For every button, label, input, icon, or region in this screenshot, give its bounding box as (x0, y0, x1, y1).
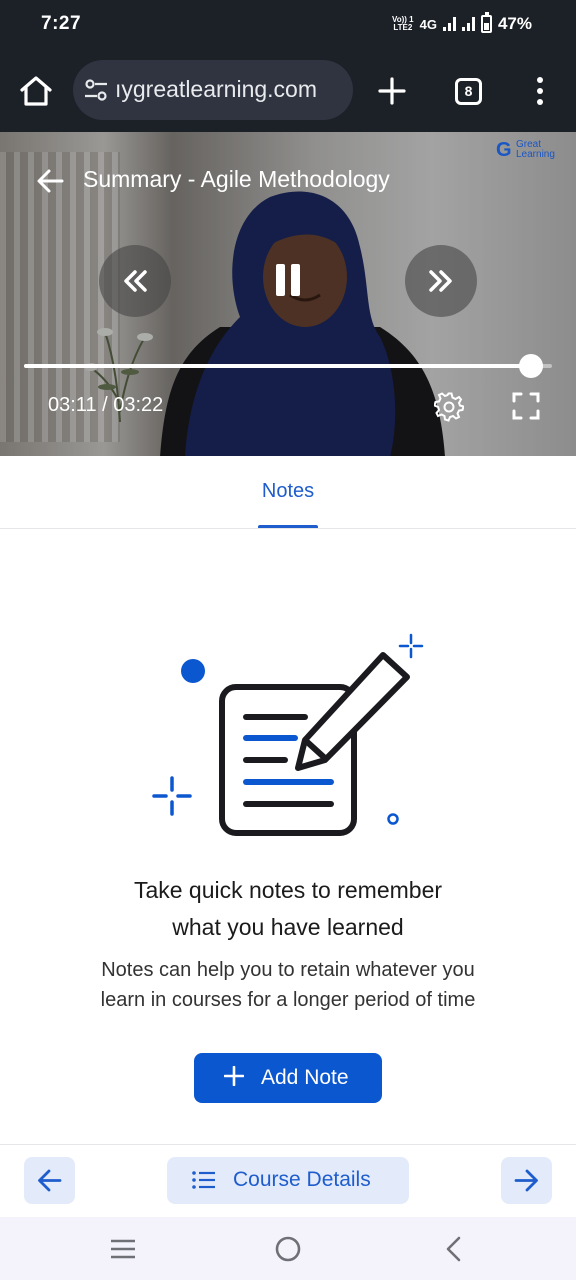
more-vert-icon[interactable] (530, 76, 550, 106)
settings-icon[interactable] (434, 392, 464, 422)
new-tab-plus-icon[interactable] (378, 77, 406, 105)
pause-icon[interactable] (268, 260, 308, 300)
list-icon (192, 1171, 215, 1189)
course-details-label: Course Details (233, 1168, 371, 1191)
battery-icon (480, 12, 492, 33)
rewind-button[interactable] (99, 245, 171, 317)
video-title: Summary - Agile Methodology (83, 166, 390, 192)
fast-forward-icon (429, 270, 452, 292)
browser-toolbar: ıygreatlearning.com 8 (0, 50, 576, 132)
network-type: 4G (419, 16, 437, 32)
previous-button[interactable] (24, 1157, 75, 1204)
system-navigation-bar (0, 1217, 576, 1280)
arrow-back-icon[interactable] (36, 168, 64, 194)
video-time: 03:11 / 03:22 (48, 394, 164, 416)
video-player[interactable]: Summary - Agile Methodology G Great Learn… (0, 132, 576, 456)
home-icon[interactable] (18, 74, 54, 108)
plus-icon (224, 1066, 244, 1086)
system-back-icon[interactable] (444, 1236, 462, 1262)
volte-indicator: Vo)) 1 LTE2 (391, 15, 414, 32)
divider (0, 528, 576, 529)
tab-switcher-button[interactable]: 8 (455, 78, 482, 105)
fast-forward-button[interactable] (405, 245, 477, 317)
url-text: ıygreatlearning.com (115, 76, 317, 102)
status-time: 7:27 (41, 13, 82, 34)
empty-state-heading: Take quick notes to remember what you ha… (133, 877, 443, 940)
divider (0, 1144, 576, 1145)
progress-fill (24, 364, 531, 368)
address-bar[interactable]: ıygreatlearning.com (73, 60, 353, 120)
status-indicators: Vo)) 1 LTE2 4G 47% (391, 12, 532, 35)
signal-icon (461, 17, 475, 31)
fullscreen-icon[interactable] (512, 392, 540, 420)
status-bar: 7:27 Vo)) 1 LTE2 4G 47% (0, 0, 576, 50)
arrow-right-icon (514, 1169, 538, 1192)
tab-notes[interactable]: Notes (238, 456, 338, 528)
recent-apps-icon[interactable] (110, 1239, 136, 1259)
signal-icon (442, 17, 456, 31)
notes-illustration-icon (152, 633, 424, 836)
arrow-left-icon (38, 1169, 62, 1192)
course-details-button[interactable]: Course Details (167, 1157, 409, 1204)
progress-knob[interactable] (518, 354, 543, 378)
tune-icon[interactable] (83, 78, 109, 102)
rewind-icon (124, 270, 147, 292)
empty-state-description: Notes can help you to retain whatever yo… (100, 959, 476, 1011)
add-note-label: Add Note (261, 1066, 349, 1089)
next-button[interactable] (501, 1157, 552, 1204)
battery-percent: 47% (497, 14, 532, 33)
home-circle-icon[interactable] (275, 1236, 301, 1262)
video-progress-bar[interactable] (24, 354, 552, 378)
add-note-button[interactable]: Add Note (194, 1053, 382, 1103)
